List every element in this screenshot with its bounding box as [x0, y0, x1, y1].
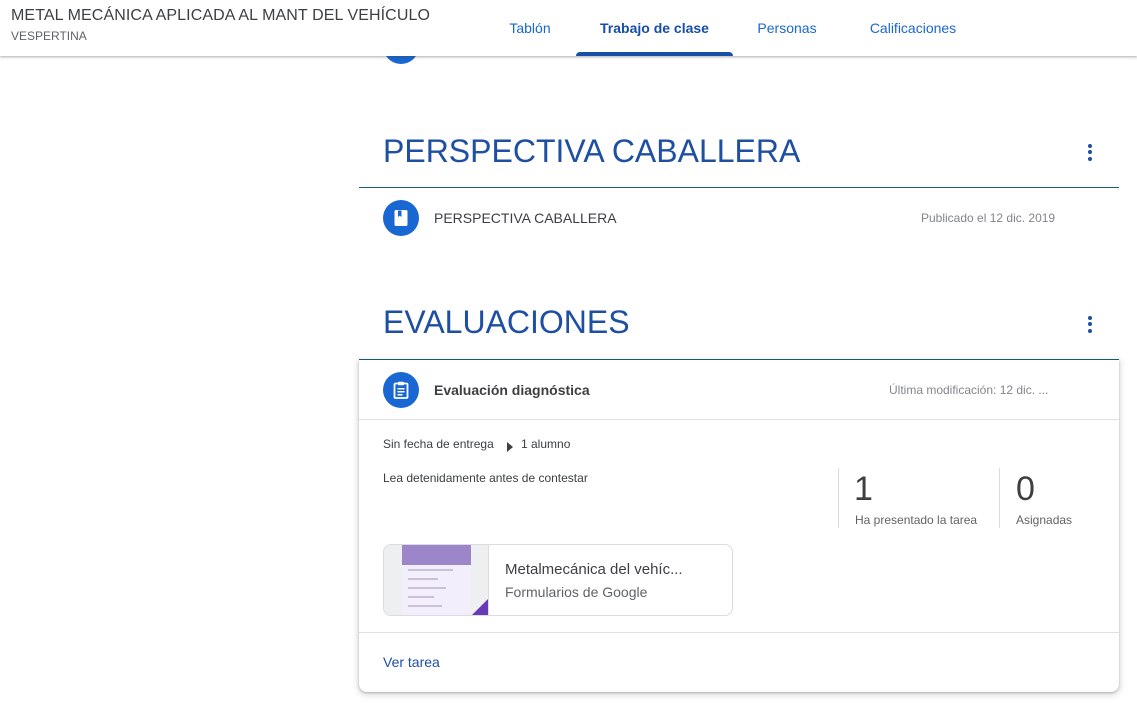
turned-in-label: Ha presentado la tarea [855, 513, 978, 527]
dot [1088, 143, 1092, 148]
view-assignment-link[interactable]: Ver tarea [383, 654, 440, 670]
form-thumbnail [384, 545, 489, 615]
dot [1088, 156, 1092, 161]
assignment-icon [383, 372, 419, 408]
form-preview-lines [408, 569, 458, 614]
topic-title[interactable]: PERSPECTIVA CABALLERA [383, 133, 800, 170]
stat-divider [999, 468, 1000, 528]
card-divider [359, 632, 1119, 633]
dot [1088, 315, 1092, 320]
assignment-card: Evaluación diagnóstica Última modificaci… [359, 360, 1119, 692]
course-section: VESPERTINA [11, 29, 87, 43]
dot [1088, 150, 1092, 154]
turned-in-count: 1 [854, 470, 873, 508]
item-published-date: Publicado el 12 dic. 2019 [921, 211, 1056, 225]
tab-label: Tablón [509, 20, 551, 36]
form-preview-header [402, 545, 471, 565]
arrow-right-icon [507, 439, 513, 457]
book-icon [383, 200, 419, 236]
tab-label: Calificaciones [869, 20, 957, 36]
card-divider [359, 419, 1119, 420]
tab-stream[interactable]: Tablón [496, 0, 564, 56]
assigned-count: 0 [1016, 470, 1035, 508]
assignee-count[interactable]: 1 alumno [521, 437, 570, 451]
tab-classwork[interactable]: Trabajo de clase [576, 0, 733, 56]
google-forms-icon [472, 599, 488, 615]
last-modified: Última modificación: 12 dic. ... [889, 383, 1049, 397]
topic-title[interactable]: EVALUACIONES [383, 304, 630, 341]
due-date: Sin fecha de entrega [383, 437, 494, 451]
assignment-description: Lea detenidamente antes de contestar [383, 471, 588, 485]
tab-label: Personas [757, 20, 817, 36]
tab-label: Trabajo de clase [600, 20, 709, 36]
dot [1088, 322, 1092, 326]
item-title: PERSPECTIVA CABALLERA [434, 210, 617, 226]
tab-people[interactable]: Personas [745, 0, 829, 56]
top-bar: METAL MECÁNICA APLICADA AL MANT DEL VEHÍ… [0, 0, 1137, 56]
assigned-label: Asignadas [1016, 513, 1073, 527]
attachment-title: Metalmecánica del vehíc... [505, 561, 683, 578]
tab-grades[interactable]: Calificaciones [852, 0, 974, 56]
stat-divider [838, 468, 839, 528]
topic-divider [359, 187, 1119, 188]
google-form-attachment[interactable]: Metalmecánica del vehíc... Formularios d… [383, 544, 733, 616]
assignment-title: Evaluación diagnóstica [434, 382, 590, 398]
attachment-type: Formularios de Google [505, 584, 648, 600]
topic-more-options-button[interactable] [1078, 140, 1102, 164]
dot [1088, 328, 1092, 333]
topic-more-options-button[interactable] [1078, 312, 1102, 336]
course-title[interactable]: METAL MECÁNICA APLICADA AL MANT DEL VEHÍ… [11, 7, 430, 25]
